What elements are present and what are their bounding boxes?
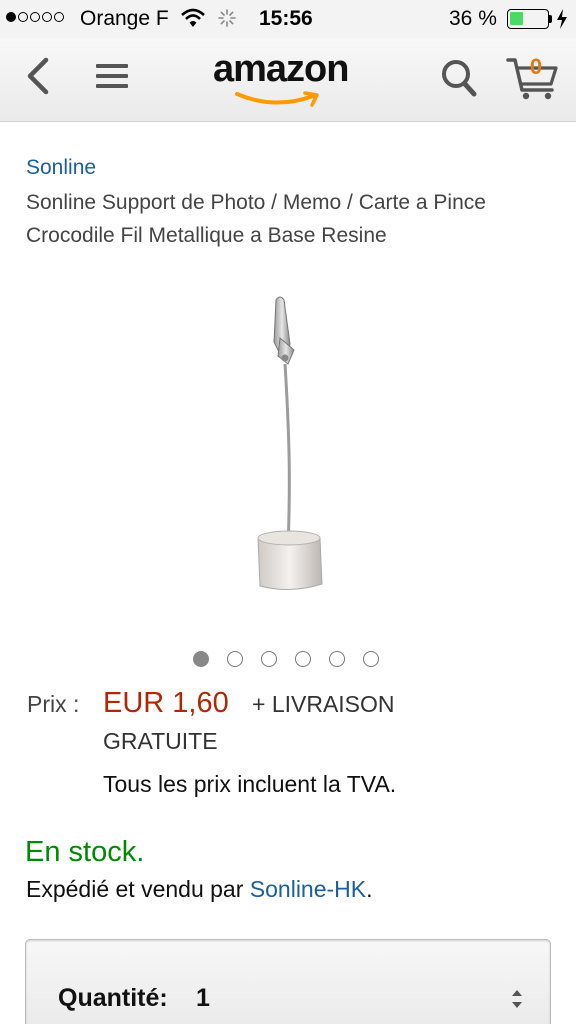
battery-level: [510, 12, 523, 25]
wifi-icon: [181, 8, 205, 27]
carousel-dot[interactable]: [261, 651, 277, 667]
signal-dot: [30, 12, 40, 22]
image-carousel-indicator: [193, 651, 379, 667]
signal-dot: [54, 12, 64, 22]
quantity-select[interactable]: Quantité: 1: [25, 939, 551, 1024]
carousel-dot[interactable]: [295, 651, 311, 667]
carousel-dot[interactable]: [227, 651, 243, 667]
activity-spinner-icon: [218, 9, 236, 27]
product-title: Sonline Support de Photo / Memo / Carte …: [26, 191, 486, 247]
stock-status: En stock.: [25, 836, 145, 868]
cart-count-badge: 0: [529, 54, 543, 79]
free-shipping-text-continued: GRATUITE: [103, 728, 218, 754]
chevron-left-icon[interactable]: [22, 56, 56, 96]
shipped-by-text: Expédié et vendu par Sonline-HK.: [26, 876, 373, 903]
signal-dot: [6, 12, 16, 22]
charging-bolt-icon: [557, 9, 567, 29]
signal-dot: [18, 12, 28, 22]
quantity-label: Quantité:: [58, 984, 168, 1012]
battery-tip: [549, 15, 552, 23]
search-icon[interactable]: [440, 58, 478, 98]
battery-icon: [507, 9, 549, 29]
product-image[interactable]: [238, 292, 338, 600]
status-bar: Orange F 15:56 36 %: [0, 0, 576, 38]
amazon-logo[interactable]: amazon: [213, 48, 363, 110]
carousel-dot[interactable]: [329, 651, 345, 667]
signal-strength-indicator: [6, 12, 64, 22]
hamburger-menu-icon[interactable]: [94, 60, 130, 92]
logo-smile-icon: [235, 91, 319, 107]
battery-percentage: 36 %: [449, 7, 497, 30]
signal-dot: [42, 12, 52, 22]
free-shipping-text: + LIVRAISON: [252, 691, 395, 717]
select-arrows-icon: [512, 990, 522, 1008]
vat-note: Tous les prix incluent la TVA.: [103, 771, 397, 797]
shipped-by-suffix: .: [366, 876, 373, 902]
quantity-value: 1: [196, 984, 210, 1012]
seller-link[interactable]: Sonline-HK: [250, 876, 366, 902]
shipped-by-prefix: Expédié et vendu par: [26, 876, 250, 902]
navigation-bar: amazon 0: [0, 38, 576, 122]
clock: 15:56: [259, 7, 313, 30]
carousel-dot[interactable]: [363, 651, 379, 667]
carousel-dot[interactable]: [193, 651, 209, 667]
brand-link[interactable]: Sonline: [26, 156, 96, 180]
logo-wordmark: amazon: [213, 48, 349, 90]
price-label: Prix :: [27, 691, 80, 717]
carrier-name: Orange F: [80, 7, 169, 30]
price-value: EUR 1,60: [103, 687, 229, 719]
